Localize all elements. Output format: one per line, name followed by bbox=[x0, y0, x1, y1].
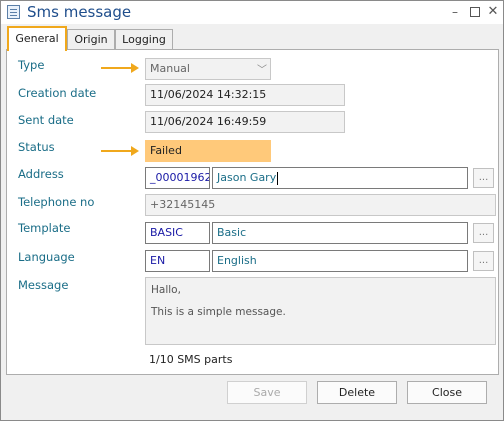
creation-date-label: Creation date bbox=[18, 86, 97, 100]
close-window-button[interactable]: ✕ bbox=[485, 4, 501, 20]
tab-origin[interactable]: Origin bbox=[67, 29, 115, 49]
status-label: Status bbox=[18, 140, 55, 154]
delete-button[interactable]: Delete bbox=[317, 381, 397, 404]
maximize-button[interactable] bbox=[467, 4, 483, 20]
minimize-button[interactable]: – bbox=[447, 4, 463, 20]
text-caret bbox=[277, 171, 279, 185]
address-label: Address bbox=[18, 167, 64, 181]
template-label: Template bbox=[18, 221, 71, 235]
sms-message-window: Sms message – ✕ General Origin Logging T… bbox=[0, 0, 504, 421]
sms-parts-count: 1/10 SMS parts bbox=[149, 353, 233, 366]
type-value: Manual bbox=[150, 62, 190, 75]
title-bar: Sms message – ✕ bbox=[1, 1, 503, 24]
template-lookup-button[interactable]: ... bbox=[473, 223, 494, 243]
message-label: Message bbox=[18, 278, 69, 292]
template-code-input[interactable]: BASIC bbox=[145, 222, 210, 244]
save-button[interactable]: Save bbox=[227, 381, 307, 404]
close-button[interactable]: Close bbox=[407, 381, 487, 404]
address-code-input[interactable]: _00001962 bbox=[145, 167, 210, 189]
message-line-2: This is a simple message. bbox=[151, 306, 286, 318]
sent-date-field: 11/06/2024 16:49:59 bbox=[145, 111, 345, 133]
type-pointer-arrow bbox=[101, 63, 139, 73]
creation-date-field: 11/06/2024 14:32:15 bbox=[145, 84, 345, 106]
status-pointer-arrow bbox=[101, 146, 139, 156]
language-code-input[interactable]: EN bbox=[145, 250, 210, 272]
tab-general[interactable]: General bbox=[7, 26, 67, 51]
tab-logging[interactable]: Logging bbox=[115, 29, 173, 49]
language-lookup-button[interactable]: ... bbox=[473, 251, 494, 271]
maximize-icon bbox=[470, 7, 480, 17]
language-label: Language bbox=[18, 250, 75, 264]
telephone-field: +32145145 bbox=[145, 194, 496, 216]
tab-bar: General Origin Logging bbox=[6, 26, 501, 51]
telephone-label: Telephone no bbox=[18, 195, 95, 209]
type-label: Type bbox=[18, 58, 45, 72]
sent-date-label: Sent date bbox=[18, 113, 74, 127]
template-name-input[interactable]: Basic bbox=[212, 222, 468, 244]
status-field: Failed bbox=[145, 140, 271, 162]
address-name-input[interactable]: Jason Gary bbox=[212, 167, 468, 189]
address-name-value: Jason Gary bbox=[217, 171, 277, 184]
message-textarea[interactable]: Hallo, This is a simple message. bbox=[145, 277, 496, 345]
chevron-down-icon: ﹀ bbox=[257, 65, 267, 76]
window-title: Sms message bbox=[27, 3, 132, 21]
address-lookup-button[interactable]: ... bbox=[473, 168, 494, 188]
message-icon bbox=[7, 5, 20, 19]
message-line-1: Hallo, bbox=[151, 284, 181, 296]
type-dropdown[interactable]: Manual ﹀ bbox=[145, 58, 271, 80]
language-name-input[interactable]: English bbox=[212, 250, 468, 272]
